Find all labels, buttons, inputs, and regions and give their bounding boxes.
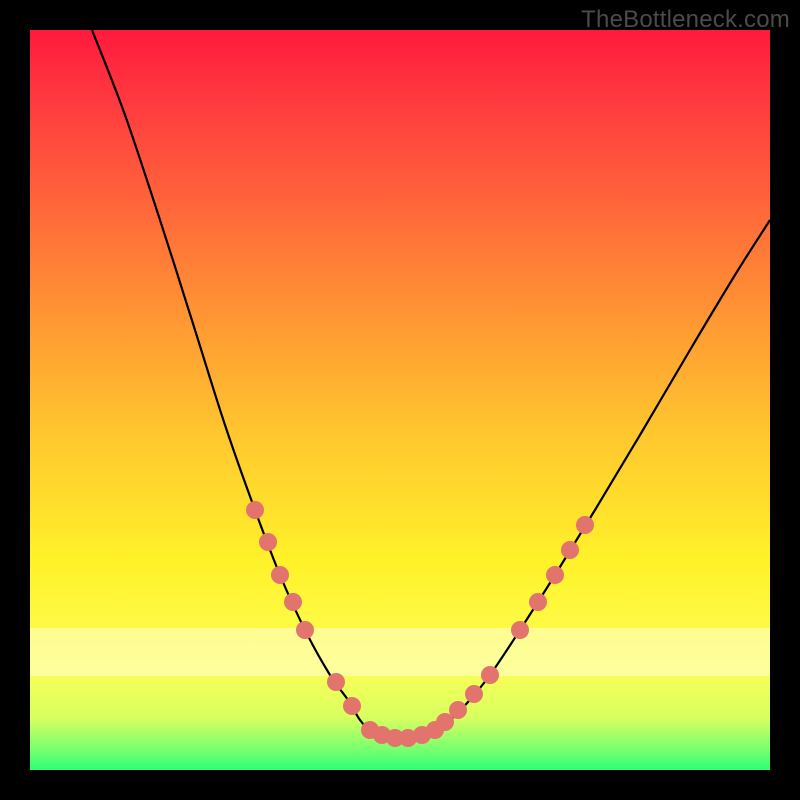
data-point bbox=[284, 593, 302, 611]
data-point bbox=[576, 516, 594, 534]
data-point bbox=[327, 673, 345, 691]
data-point bbox=[561, 541, 579, 559]
data-point bbox=[246, 501, 264, 519]
data-point bbox=[529, 593, 547, 611]
chart-svg bbox=[30, 30, 770, 770]
data-point bbox=[511, 621, 529, 639]
bottleneck-curve bbox=[92, 30, 770, 738]
attribution-label: TheBottleneck.com bbox=[581, 6, 790, 34]
data-point bbox=[465, 685, 483, 703]
data-points bbox=[246, 501, 594, 747]
data-point bbox=[343, 697, 361, 715]
outer-frame: TheBottleneck.com bbox=[0, 0, 800, 800]
data-point bbox=[259, 533, 277, 551]
data-point bbox=[546, 566, 564, 584]
data-point bbox=[449, 701, 467, 719]
data-point bbox=[296, 621, 314, 639]
data-point bbox=[481, 666, 499, 684]
data-point bbox=[271, 566, 289, 584]
